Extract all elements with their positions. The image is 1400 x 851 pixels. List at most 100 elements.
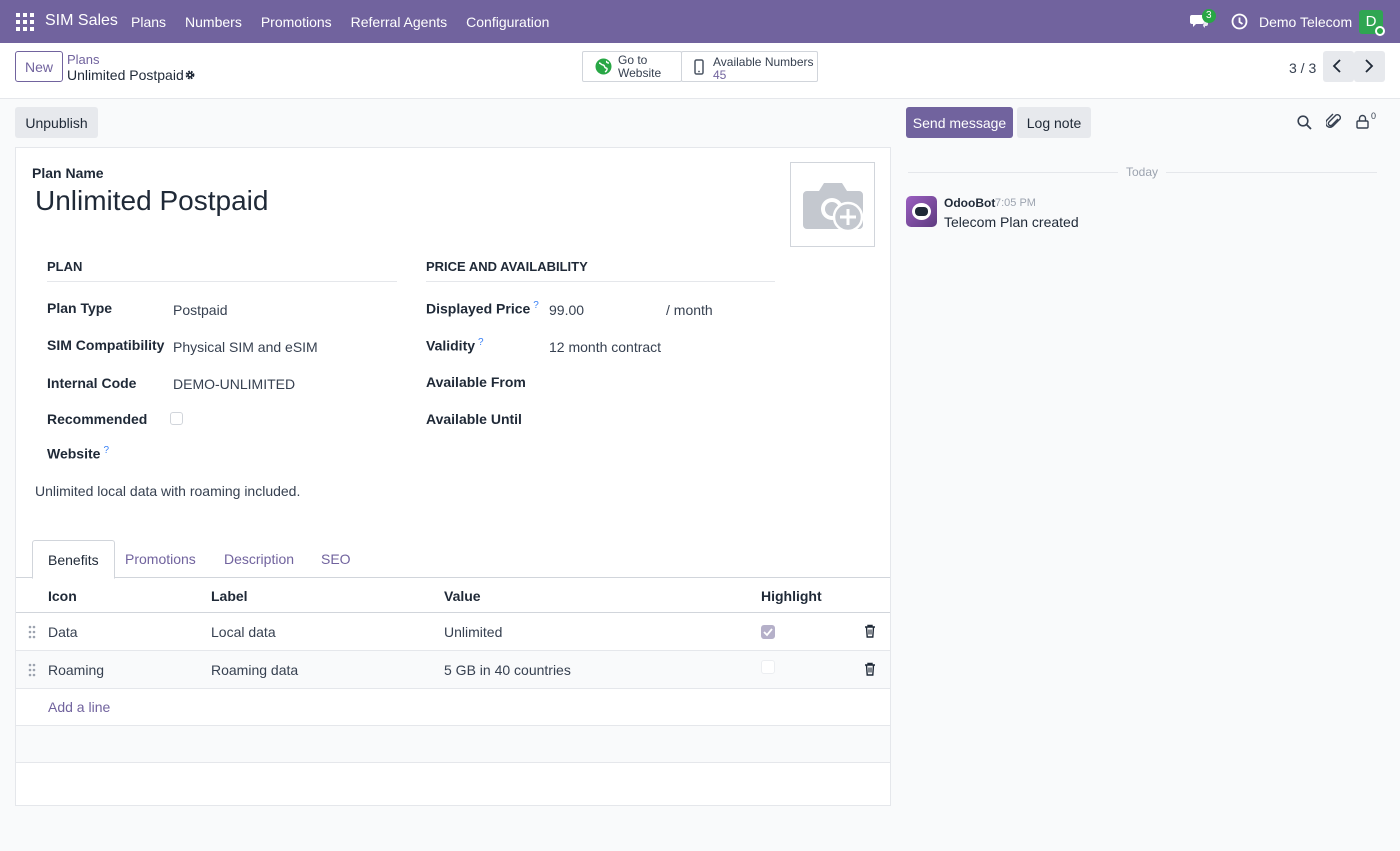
table-header: Icon Label Value Highlight [16, 578, 890, 613]
available-numbers-button[interactable]: Available Numbers 45 [681, 51, 818, 82]
column-header-icon[interactable]: Icon [48, 588, 77, 604]
table-row[interactable]: Roaming Roaming data 5 GB in 40 countrie… [16, 651, 890, 689]
go-to-website-label: Go to Website [618, 53, 662, 80]
recommended-checkbox[interactable] [170, 412, 183, 425]
highlight-checkbox-unchecked[interactable] [761, 660, 775, 674]
available-from-label: Available From [426, 374, 526, 390]
pager-value[interactable]: 3 / 3 [1289, 60, 1316, 76]
app-grid-icon[interactable] [16, 13, 34, 31]
pager-previous-button[interactable] [1323, 51, 1354, 82]
menu-item-plans[interactable]: Plans [131, 14, 166, 30]
displayed-price-label: Displayed Price? [426, 300, 539, 317]
group-title-plan: PLAN [47, 259, 397, 282]
date-separator-line [908, 172, 1118, 173]
validity-label: Validity? [426, 337, 484, 354]
plan-short-description[interactable]: Unlimited local data with roaming includ… [35, 483, 300, 499]
tab-promotions[interactable]: Promotions [110, 540, 211, 578]
message-body: Telecom Plan created [944, 214, 1079, 230]
chevron-left-icon [1332, 59, 1341, 73]
column-header-value[interactable]: Value [444, 588, 481, 604]
app-brand[interactable]: SIM Sales [45, 12, 118, 30]
menu-item-promotions[interactable]: Promotions [261, 14, 332, 30]
go-to-website-button[interactable]: Go to Website [582, 51, 682, 82]
message-time: 7:05 PM [995, 197, 1036, 209]
empty-row [16, 726, 890, 763]
tab-description[interactable]: Description [209, 540, 309, 578]
price-unit-label: / month [666, 302, 713, 318]
column-header-highlight[interactable]: Highlight [761, 588, 822, 604]
validity-label-text: Validity [426, 337, 476, 354]
cell-icon[interactable]: Roaming [48, 662, 104, 678]
trash-icon[interactable] [864, 662, 876, 676]
tab-seo[interactable]: SEO [306, 540, 366, 578]
message-author[interactable]: OdooBot [944, 196, 995, 210]
control-panel: New Plans Unlimited Postpaid Go to Websi… [0, 43, 1400, 99]
presence-status-icon [1375, 26, 1385, 36]
group-title-price-availability: PRICE AND AVAILABILITY [426, 259, 775, 282]
plan-image-upload[interactable] [790, 162, 875, 247]
validity-field[interactable]: 12 month contract [549, 339, 661, 355]
website-help-icon[interactable]: ? [103, 445, 109, 456]
drag-handle-icon[interactable] [28, 625, 36, 639]
camera-add-icon [803, 183, 864, 233]
activity-clock-icon[interactable] [1231, 13, 1248, 30]
search-icon[interactable] [1297, 115, 1312, 130]
column-header-label[interactable]: Label [211, 588, 248, 604]
breadcrumb-parent[interactable]: Plans [67, 52, 100, 67]
menu-item-configuration[interactable]: Configuration [466, 14, 549, 30]
menu-item-numbers[interactable]: Numbers [185, 14, 242, 30]
gear-icon[interactable] [184, 69, 196, 81]
internal-code-field[interactable]: DEMO-UNLIMITED [173, 376, 295, 392]
unpublish-button[interactable]: Unpublish [15, 107, 98, 138]
sim-compatibility-label: SIM Compatibility [47, 337, 165, 353]
odoobot-avatar[interactable] [906, 196, 937, 227]
cell-label[interactable]: Roaming data [211, 662, 298, 678]
tab-benefits[interactable]: Benefits [32, 540, 115, 579]
log-note-button[interactable]: Log note [1017, 107, 1091, 138]
cell-icon[interactable]: Data [48, 624, 78, 640]
website-label: Website? [47, 445, 109, 462]
cell-value[interactable]: Unlimited [444, 624, 502, 640]
pager-next-button[interactable] [1354, 51, 1385, 82]
date-separator-label: Today [1126, 165, 1159, 179]
recommended-label: Recommended [47, 411, 148, 427]
follower-count: 0 [1371, 111, 1377, 121]
displayed-price-label-text: Displayed Price [426, 300, 531, 317]
website-label-text: Website [47, 445, 101, 462]
breadcrumb-current: Unlimited Postpaid [67, 67, 184, 83]
sim-compatibility-field[interactable]: Physical SIM and eSIM [173, 339, 318, 355]
globe-icon [595, 58, 612, 75]
followers-lock-icon[interactable] [1356, 114, 1369, 129]
paperclip-icon[interactable] [1326, 113, 1342, 130]
top-navbar: SIM Sales Plans Numbers Promotions Refer… [0, 0, 1400, 43]
mobile-phone-icon [694, 59, 704, 75]
company-switcher[interactable]: Demo Telecom [1259, 14, 1352, 30]
cell-value[interactable]: 5 GB in 40 countries [444, 662, 571, 678]
available-numbers-label: Available Numbers [713, 55, 814, 69]
chat-count-badge: 3 [1202, 9, 1216, 23]
highlight-checkbox-checked[interactable] [761, 625, 775, 639]
form-sheet: Plan Name Unlimited Postpaid PLAN PRICE … [15, 147, 891, 806]
new-button[interactable]: New [15, 51, 63, 82]
menu-item-referral-agents[interactable]: Referral Agents [351, 14, 448, 30]
trash-icon[interactable] [864, 624, 876, 638]
table-row[interactable]: Data Local data Unlimited [16, 613, 890, 651]
drag-handle-icon[interactable] [28, 663, 36, 677]
plan-type-field[interactable]: Postpaid [173, 302, 227, 318]
displayed-price-help-icon[interactable]: ? [533, 300, 539, 311]
date-separator-line [1166, 172, 1377, 173]
available-until-label: Available Until [426, 411, 522, 427]
plan-type-label: Plan Type [47, 300, 113, 316]
send-message-button[interactable]: Send message [906, 107, 1013, 138]
notebook-tabs: Benefits Promotions Description SEO [16, 540, 890, 579]
available-numbers-value: 45 [713, 68, 727, 82]
add-line-row: Add a line [16, 689, 890, 726]
plan-name-field[interactable]: Unlimited Postpaid [35, 185, 268, 217]
chevron-right-icon [1365, 59, 1374, 73]
add-a-line-link[interactable]: Add a line [48, 699, 110, 715]
validity-help-icon[interactable]: ? [478, 337, 484, 348]
cell-label[interactable]: Local data [211, 624, 276, 640]
displayed-price-field[interactable]: 99.00 [549, 302, 584, 318]
main-menu: Plans Numbers Promotions Referral Agents… [131, 14, 568, 30]
checkmark-icon [763, 628, 773, 637]
